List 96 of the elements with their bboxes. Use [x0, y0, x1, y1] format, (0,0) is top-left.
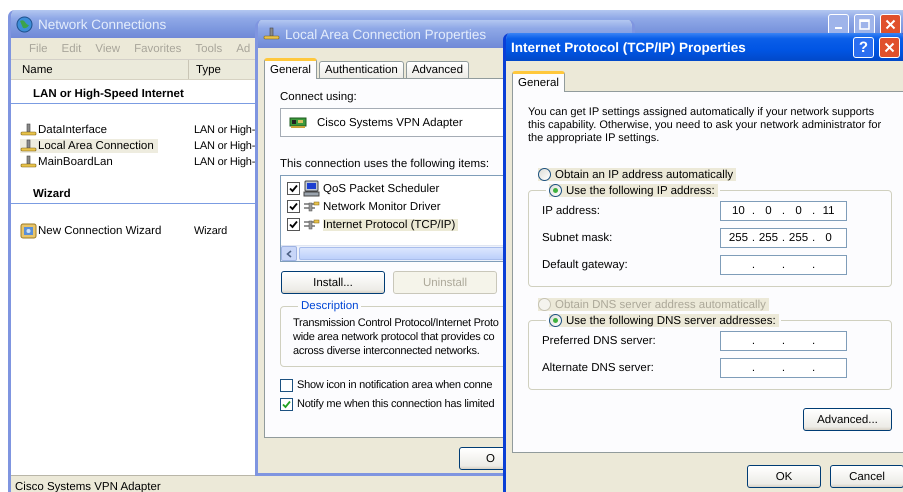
- field-label: Default gateway:: [542, 258, 629, 270]
- radio-label: Obtain DNS server address automatically: [555, 298, 766, 310]
- tab[interactable]: General: [512, 71, 565, 92]
- option-label: Show icon in notification area when conne: [297, 379, 492, 391]
- tab[interactable]: General: [264, 58, 317, 79]
- list-item[interactable]: Internet Protocol (TCP/IP): [323, 218, 458, 230]
- octet-separator: .: [752, 362, 756, 374]
- radio-label: Use the following DNS server addresses:: [566, 314, 776, 326]
- maximize-icon: [859, 18, 870, 30]
- action-button[interactable]: Install...: [281, 271, 385, 294]
- window-title: Local Area Connection Properties: [285, 26, 488, 42]
- ip-address-field[interactable]: 10 . 0 . 0 . 11: [720, 200, 847, 220]
- connection-item[interactable]: MainBoardLan: [20, 155, 117, 169]
- column-header[interactable]: Name: [11, 60, 189, 79]
- option-label: Notify me when this connection has limited: [297, 398, 494, 410]
- computer-icon: [303, 180, 320, 197]
- connection-item[interactable]: DataInterface: [20, 123, 112, 137]
- ip-octet: 11: [822, 204, 835, 216]
- intro-text: You can get IP settings assigned automatically if your network supports this capability. Otherwise, you need to ask your network administrator for the appropriate IP settings.: [528, 106, 882, 145]
- octet-separator: .: [782, 258, 786, 270]
- network-connection-icon: [20, 139, 37, 153]
- octet-separator: .: [752, 258, 756, 270]
- close-icon: [885, 18, 896, 30]
- advanced-button[interactable]: Advanced...: [803, 408, 892, 431]
- radio-label: Obtain an IP address automatically: [555, 168, 734, 180]
- network-connection-icon: [263, 27, 280, 41]
- ip-address-field[interactable]: . . .: [720, 254, 847, 274]
- checkbox[interactable]: [287, 200, 300, 213]
- window-title: Internet Protocol (TCP/IP) Properties: [511, 40, 747, 54]
- network-card-icon: [289, 116, 307, 128]
- octet-separator: .: [812, 232, 816, 244]
- maximize-button[interactable]: [854, 14, 875, 34]
- radio-button[interactable]: [549, 314, 562, 327]
- ip-octet: 10: [732, 204, 745, 216]
- type-cell: LAN or High-: [194, 140, 256, 152]
- octet-separator: .: [752, 334, 756, 346]
- dns-address-field[interactable]: . . .: [720, 330, 847, 350]
- ip-octet: 0: [795, 204, 802, 216]
- ip-address-field[interactable]: 255 . 255 . 255 . 0: [720, 228, 847, 248]
- ip-octet: 0: [825, 232, 832, 244]
- field-label: Alternate DNS server:: [542, 362, 655, 374]
- list-item[interactable]: Network Monitor Driver: [323, 200, 444, 212]
- field-label: Subnet mask:: [542, 232, 614, 244]
- ip-octet: 0: [765, 204, 772, 216]
- section-label: This connection uses the following items:: [280, 158, 490, 170]
- field-label: Preferred DNS server:: [542, 334, 657, 346]
- window-title: Network Connections: [38, 16, 168, 32]
- octet-separator: .: [812, 334, 816, 346]
- adapter-name: Cisco Systems VPN Adapter: [317, 116, 463, 128]
- connection-item[interactable]: Local Area Connection: [20, 139, 158, 153]
- field-label: IP address:: [542, 204, 601, 216]
- connection-item[interactable]: New Connection Wizard: [20, 223, 166, 239]
- octet-separator: .: [782, 334, 786, 346]
- group-title: Description: [300, 300, 360, 312]
- checkbox[interactable]: [280, 378, 293, 392]
- minimize-icon: [835, 27, 842, 29]
- octet-separator: .: [752, 204, 756, 216]
- type-cell: Wizard: [194, 225, 228, 237]
- network-component-icon: [303, 218, 320, 230]
- octet-separator: .: [812, 204, 816, 216]
- column-header[interactable]: Type: [189, 60, 259, 79]
- octet-separator: .: [812, 362, 816, 374]
- octet-separator: .: [782, 362, 786, 374]
- wizard-icon: [20, 223, 37, 239]
- octet-separator: .: [812, 258, 816, 270]
- radio-label: Use the following IP address:: [566, 184, 715, 196]
- close-icon: [884, 42, 895, 52]
- network-connection-icon: [20, 123, 37, 137]
- type-cell: LAN or High-: [194, 124, 256, 136]
- globe-icon: [16, 16, 33, 32]
- octet-separator: .: [782, 232, 786, 244]
- checkbox[interactable]: [287, 182, 300, 195]
- dialog-button[interactable]: Cancel: [830, 465, 903, 488]
- dialog-button[interactable]: OK: [747, 465, 821, 488]
- checkbox[interactable]: [287, 218, 300, 231]
- section-label: Connect using:: [280, 91, 358, 103]
- help-button[interactable]: ?: [853, 36, 874, 58]
- close-button[interactable]: [879, 36, 900, 58]
- dns-address-field[interactable]: . . .: [720, 358, 847, 378]
- close-button[interactable]: [880, 14, 901, 34]
- octet-separator: .: [752, 232, 756, 244]
- checkbox[interactable]: [280, 398, 293, 410]
- type-cell: LAN or High-: [194, 156, 256, 168]
- ip-octet: 255: [788, 232, 808, 244]
- tab[interactable]: Advanced: [406, 61, 469, 79]
- tab[interactable]: Authentication: [318, 61, 404, 79]
- description-text: Transmission Control Protocol/Internet Proto wide area network protocol that provides co across diverse interconnected networks.: [293, 316, 499, 358]
- octet-separator: .: [782, 204, 786, 216]
- radio-button[interactable]: [549, 184, 562, 197]
- network-connection-icon: [20, 155, 37, 169]
- list-item[interactable]: QoS Packet Scheduler: [323, 182, 442, 194]
- network-component-icon: [303, 200, 320, 212]
- minimize-button[interactable]: [828, 14, 849, 34]
- ip-octet: 255: [728, 232, 748, 244]
- radio-button[interactable]: [538, 168, 551, 181]
- ip-octet: 255: [758, 232, 778, 244]
